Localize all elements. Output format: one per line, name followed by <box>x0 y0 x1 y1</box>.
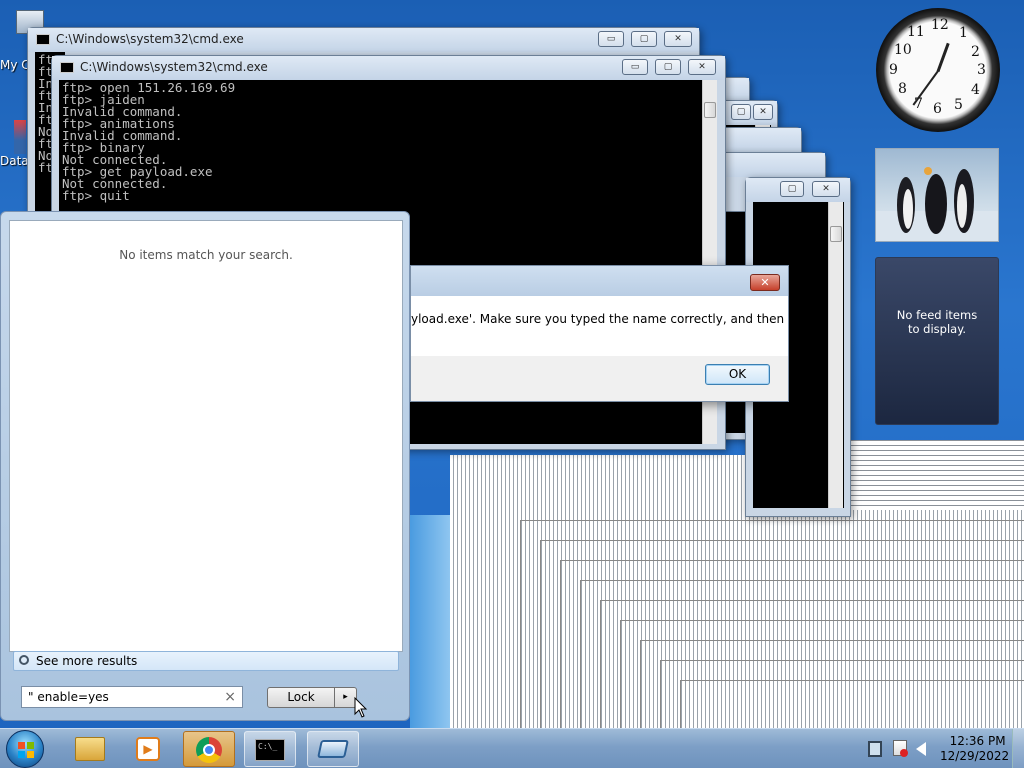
search-results-pane: No items match your search. <box>9 220 403 652</box>
dialog-titlebar: ✕ <box>411 266 788 296</box>
close-button[interactable]: ✕ <box>753 104 773 120</box>
clock-number: 12 <box>931 17 949 33</box>
taskbar-cmd-button[interactable]: C:\_ <box>244 731 296 767</box>
close-button[interactable]: ✕ <box>664 31 692 47</box>
feed-empty-text: No feed items to display. <box>896 308 978 336</box>
search-input[interactable]: " enable=yes × <box>21 686 243 708</box>
clock-gadget[interactable]: 12 1 2 3 4 5 6 7 8 9 10 11 <box>876 8 1000 132</box>
clock-number: 2 <box>971 44 980 60</box>
maximize-button[interactable]: ▢ <box>731 104 751 120</box>
maximize-button[interactable]: ▢ <box>780 181 804 197</box>
feed-headlines-gadget[interactable]: No feed items to display. <box>875 257 999 425</box>
close-button[interactable]: ✕ <box>688 59 716 75</box>
desktop-artifact <box>410 515 450 728</box>
clock-number: 3 <box>977 62 986 78</box>
clock-number: 1 <box>959 25 968 41</box>
shortcut-icon <box>14 120 26 154</box>
search-icon <box>19 655 29 665</box>
show-desktop-button[interactable] <box>1012 729 1024 768</box>
system-clock[interactable]: 12:36 PM 12/29/2022 <box>940 734 1009 764</box>
clock-number: 6 <box>933 101 942 117</box>
clock-number: 5 <box>954 97 963 113</box>
lock-button[interactable]: Lock <box>267 687 335 708</box>
no-results-text: No items match your search. <box>119 248 293 262</box>
network-icon[interactable] <box>868 741 882 757</box>
action-center-flag-icon[interactable] <box>893 740 908 757</box>
taskbar-media-player-button[interactable]: ▶ <box>122 731 174 767</box>
windows-logo-icon <box>18 742 34 758</box>
desktop-artifact <box>680 680 1024 730</box>
cmd-taskbar-icon: C:\_ <box>255 739 285 761</box>
scrollbar[interactable] <box>828 202 843 508</box>
clock-number: 4 <box>971 82 980 98</box>
close-button[interactable]: ✕ <box>812 181 840 197</box>
clock-hour-hand <box>936 42 950 73</box>
penguins-image <box>876 167 998 241</box>
dialog-message: yload.exe'. Make sure you typed the name… <box>411 296 788 356</box>
start-menu[interactable]: No items match your search. See more res… <box>0 211 410 721</box>
maximize-button[interactable]: ▢ <box>631 31 657 47</box>
volume-icon[interactable] <box>916 742 926 756</box>
chrome-icon <box>196 737 222 763</box>
error-dialog[interactable]: ✕ yload.exe'. Make sure you typed the na… <box>410 265 789 402</box>
clock-number: 9 <box>889 62 898 78</box>
clock-number: 11 <box>907 24 925 40</box>
clock-number: 10 <box>894 42 912 58</box>
media-player-icon: ▶ <box>136 737 160 761</box>
see-more-results-link[interactable]: See more results <box>13 651 399 671</box>
clock-time: 12:36 PM <box>949 734 1006 748</box>
taskbar-chrome-button[interactable] <box>183 731 235 767</box>
slideshow-gadget[interactable] <box>875 148 999 242</box>
remote-desktop-icon <box>317 740 349 758</box>
clock-date: 12/29/2022 <box>940 749 1010 763</box>
desktop-artifact <box>850 440 1024 510</box>
folder-icon <box>75 737 105 761</box>
clear-search-icon[interactable]: × <box>224 687 236 707</box>
cmd-icon <box>60 62 74 73</box>
cmd-icon <box>36 34 50 45</box>
window-title: C:\Windows\system32\cmd.exe <box>56 32 244 46</box>
dialog-close-button[interactable]: ✕ <box>750 274 780 291</box>
maximize-button[interactable]: ▢ <box>655 59 681 75</box>
see-more-label: See more results <box>36 654 138 668</box>
minimize-button[interactable]: ▭ <box>622 59 648 75</box>
mouse-cursor-icon <box>354 697 368 718</box>
start-button[interactable] <box>6 730 44 768</box>
search-input-value: " enable=yes <box>28 690 109 704</box>
taskbar-explorer-button[interactable] <box>64 731 116 767</box>
clock-number: 8 <box>898 81 907 97</box>
taskbar-remote-desktop-button[interactable] <box>307 731 359 767</box>
taskbar: ▶ C:\_ 12:36 PM 12/29/2022 <box>0 728 1024 768</box>
minimize-button[interactable]: ▭ <box>598 31 624 47</box>
window-title: C:\Windows\system32\cmd.exe <box>80 60 268 74</box>
ok-button[interactable]: OK <box>705 364 770 385</box>
